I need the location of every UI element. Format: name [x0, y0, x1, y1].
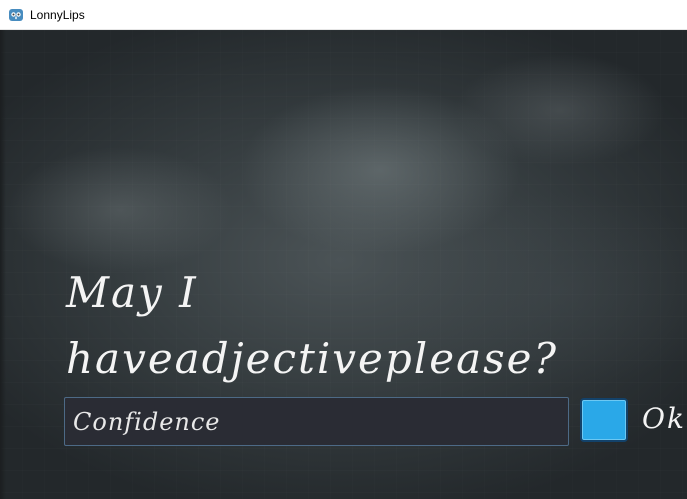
answer-input[interactable] [64, 397, 569, 446]
ok-button[interactable] [580, 398, 628, 442]
ok-label[interactable]: Ok [642, 402, 686, 435]
prompt-text-line1: May I [66, 268, 198, 317]
app-window: LonnyLips May I haveadjectiveplease? Ok [0, 0, 687, 499]
window-title: LonnyLips [30, 7, 85, 22]
game-viewport: May I haveadjectiveplease? Ok [0, 30, 687, 499]
window-edge-shadow [0, 30, 6, 499]
godot-engine-icon [8, 7, 24, 23]
prompt-text-line2: haveadjectiveplease? [66, 334, 559, 383]
title-bar: LonnyLips [0, 0, 687, 30]
